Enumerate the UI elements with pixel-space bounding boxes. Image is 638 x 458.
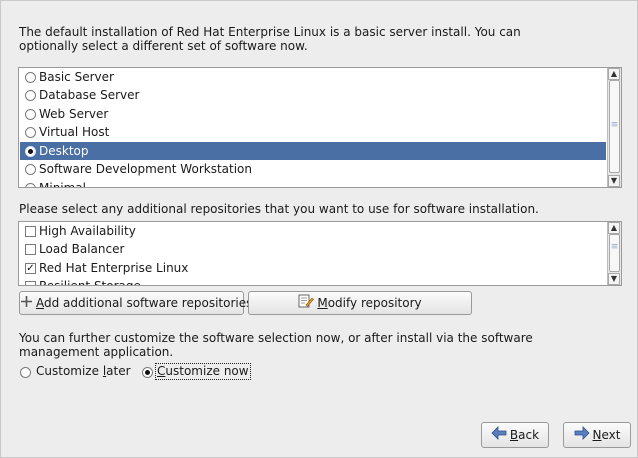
checkbox-icon <box>25 244 36 255</box>
arrow-right-icon <box>574 424 590 448</box>
software-set-list[interactable]: Basic Server Database Server Web Server … <box>18 67 622 188</box>
repository-list[interactable]: High Availability Load Balancer ✓ Red Ha… <box>18 221 622 286</box>
software-set-scrollbar[interactable]: ▲ ≡ ▼ <box>607 68 621 187</box>
software-set-label: Minimal <box>39 181 87 188</box>
software-set-item-desktop[interactable]: Desktop <box>20 142 606 160</box>
software-set-item-virtual-host[interactable]: Virtual Host <box>20 123 606 141</box>
software-set-item-web-server[interactable]: Web Server <box>20 105 606 123</box>
customize-now-label: Customize now <box>155 363 251 380</box>
repos-instruction: Please select any additional repositorie… <box>19 202 539 216</box>
software-set-item-dev-workstation[interactable]: Software Development Workstation <box>20 160 606 178</box>
next-label: ext <box>601 428 621 442</box>
repo-item-resilient-storage[interactable]: Resilient Storage <box>20 277 606 286</box>
intro-text-line2: optionally select a different set of sof… <box>19 39 308 53</box>
scroll-thumb[interactable]: ≡ <box>609 80 620 173</box>
software-set-label: Desktop <box>39 144 89 158</box>
repo-label: Resilient Storage <box>39 279 141 286</box>
software-set-item-database-server[interactable]: Database Server <box>20 86 606 104</box>
radio-icon <box>25 164 36 175</box>
scroll-up-icon[interactable]: ▲ <box>608 222 620 234</box>
repo-item-load-balancer[interactable]: Load Balancer <box>20 240 606 258</box>
radio-selected-icon <box>25 146 36 157</box>
customize-text-line1: You can further customize the software s… <box>19 331 533 345</box>
back-button[interactable]: Back <box>481 422 549 448</box>
radio-icon <box>25 90 36 101</box>
next-mnemonic: N <box>592 428 602 442</box>
software-set-item-minimal[interactable]: Minimal <box>20 179 606 188</box>
modify-repository-button[interactable]: Modify repository <box>248 291 472 315</box>
back-label: ack <box>518 428 540 442</box>
next-button[interactable]: Next <box>563 422 631 448</box>
radio-icon <box>25 183 36 187</box>
radio-icon <box>25 109 36 120</box>
scroll-down-icon[interactable]: ▼ <box>608 273 620 285</box>
modify-repo-label: odify repository <box>327 296 422 310</box>
repo-item-rhel[interactable]: ✓ Red Hat Enterprise Linux <box>20 259 606 277</box>
add-repo-mnemonic: A <box>36 296 44 310</box>
radio-icon <box>25 127 36 138</box>
add-repository-button[interactable]: Add additional software repositories <box>19 291 252 315</box>
intro-text-line1: The default installation of Red Hat Ente… <box>19 25 521 39</box>
scroll-down-icon[interactable]: ▼ <box>608 175 620 187</box>
add-plus-icon <box>20 293 33 315</box>
checkbox-icon <box>25 226 36 237</box>
checkbox-icon <box>25 281 36 285</box>
repo-label: Load Balancer <box>39 242 125 256</box>
add-repo-label: dd additional software repositories <box>44 296 253 310</box>
customize-text-line2: management application. <box>19 345 174 359</box>
software-set-label: Virtual Host <box>39 125 110 139</box>
checkbox-checked-icon: ✓ <box>25 263 36 274</box>
radio-selected-icon <box>142 367 153 378</box>
repo-item-high-availability[interactable]: High Availability <box>20 222 606 240</box>
repository-scrollbar[interactable]: ▲ ≡ ▼ <box>607 222 621 285</box>
radio-icon <box>25 72 36 83</box>
scroll-thumb[interactable]: ≡ <box>609 234 620 272</box>
arrow-left-icon <box>491 424 507 448</box>
repo-label: Red Hat Enterprise Linux <box>39 261 189 275</box>
repo-label: High Availability <box>39 224 136 238</box>
customize-later-option[interactable]: Customize later <box>19 364 134 380</box>
customize-now-option[interactable]: Customize now <box>141 363 251 380</box>
software-set-label: Web Server <box>39 107 109 121</box>
software-set-label: Basic Server <box>39 70 114 84</box>
radio-icon <box>20 367 31 378</box>
software-set-item-basic-server[interactable]: Basic Server <box>20 68 606 86</box>
software-set-label: Software Development Workstation <box>39 162 252 176</box>
modify-repo-mnemonic: M <box>317 296 328 310</box>
software-set-label: Database Server <box>39 88 140 102</box>
customize-later-label: Customize later <box>36 364 131 378</box>
back-mnemonic: B <box>509 428 519 442</box>
edit-document-icon <box>298 293 315 315</box>
scroll-up-icon[interactable]: ▲ <box>608 68 620 80</box>
